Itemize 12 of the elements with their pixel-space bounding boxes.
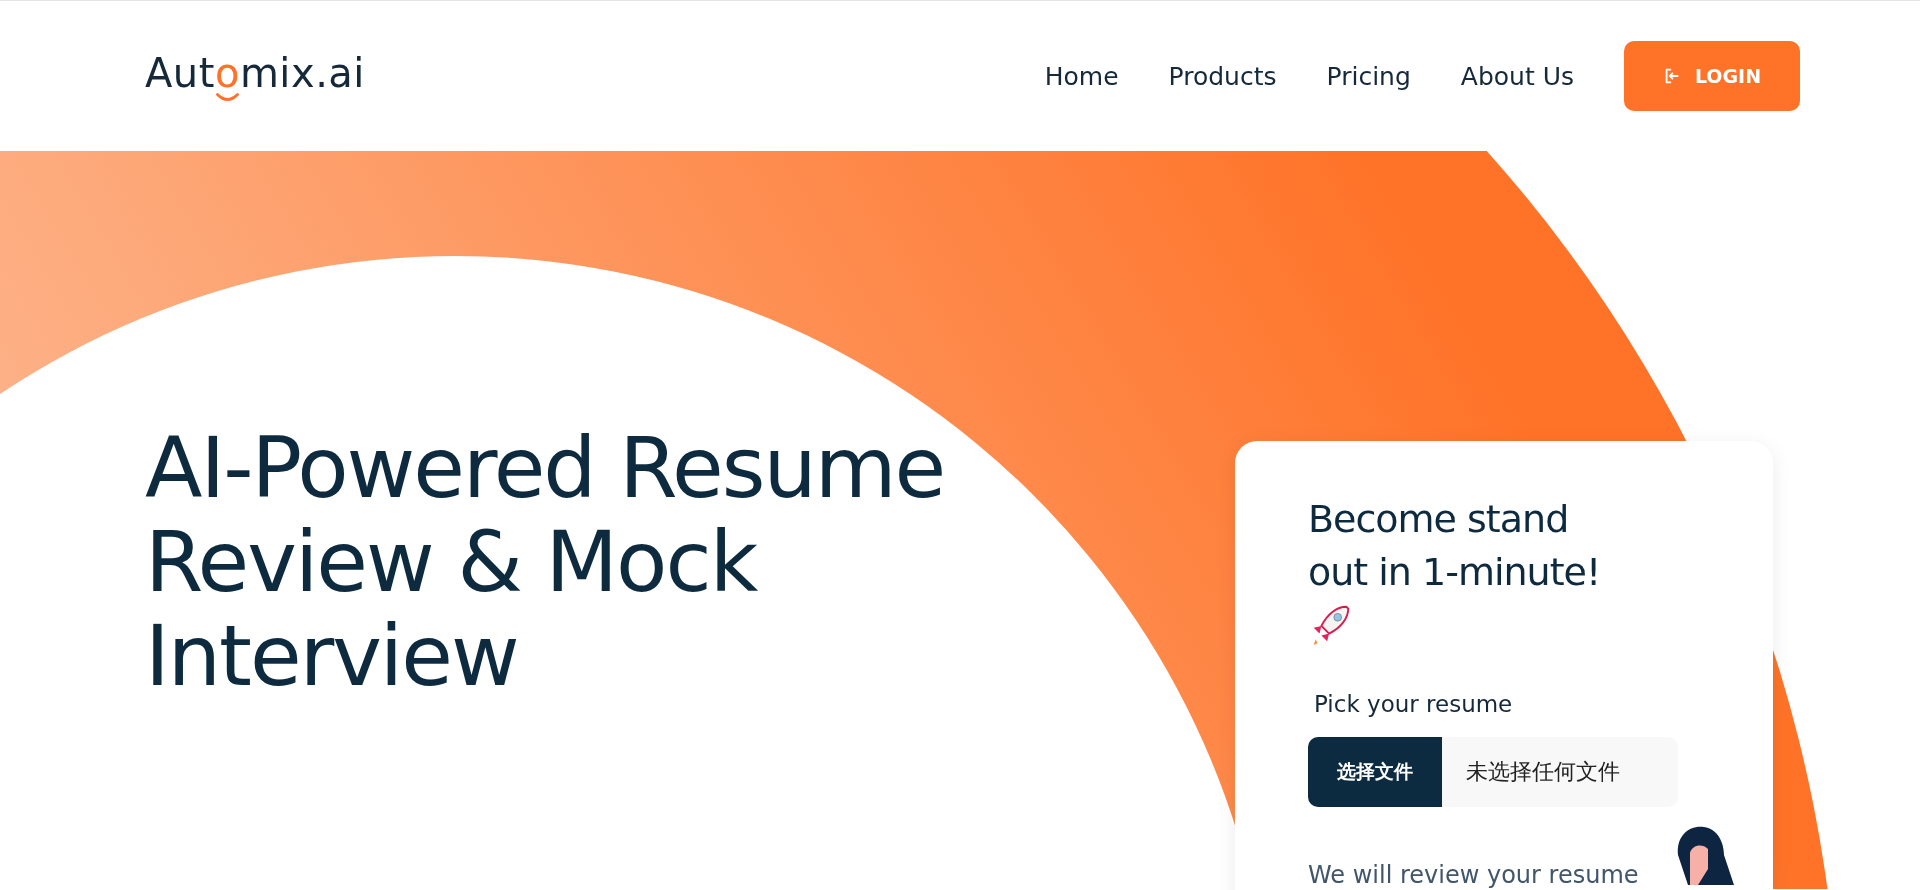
card-description: We will review your resume [1308,861,1639,889]
nav-link[interactable]: Home [1044,61,1119,91]
file-status: 未选择任何文件 [1465,758,1620,786]
choose-file-button[interactable]: 选择文件 [1308,737,1442,807]
logo[interactable]: Automix.ai [145,50,365,102]
field-label: Pick your resume [1314,691,1514,717]
card-title: Become stand out in 1-minute! [1308,496,1602,596]
nav-link[interactable]: About Us [1460,61,1574,91]
file-input[interactable]: 选择文件 未选择任何文件 [1308,737,1678,807]
nav-link[interactable]: Pricing [1326,61,1411,91]
hero-headline: AI-Powered Resume Review & Mock Interview [145,421,946,707]
nav-link[interactable]: Products [1168,61,1277,91]
